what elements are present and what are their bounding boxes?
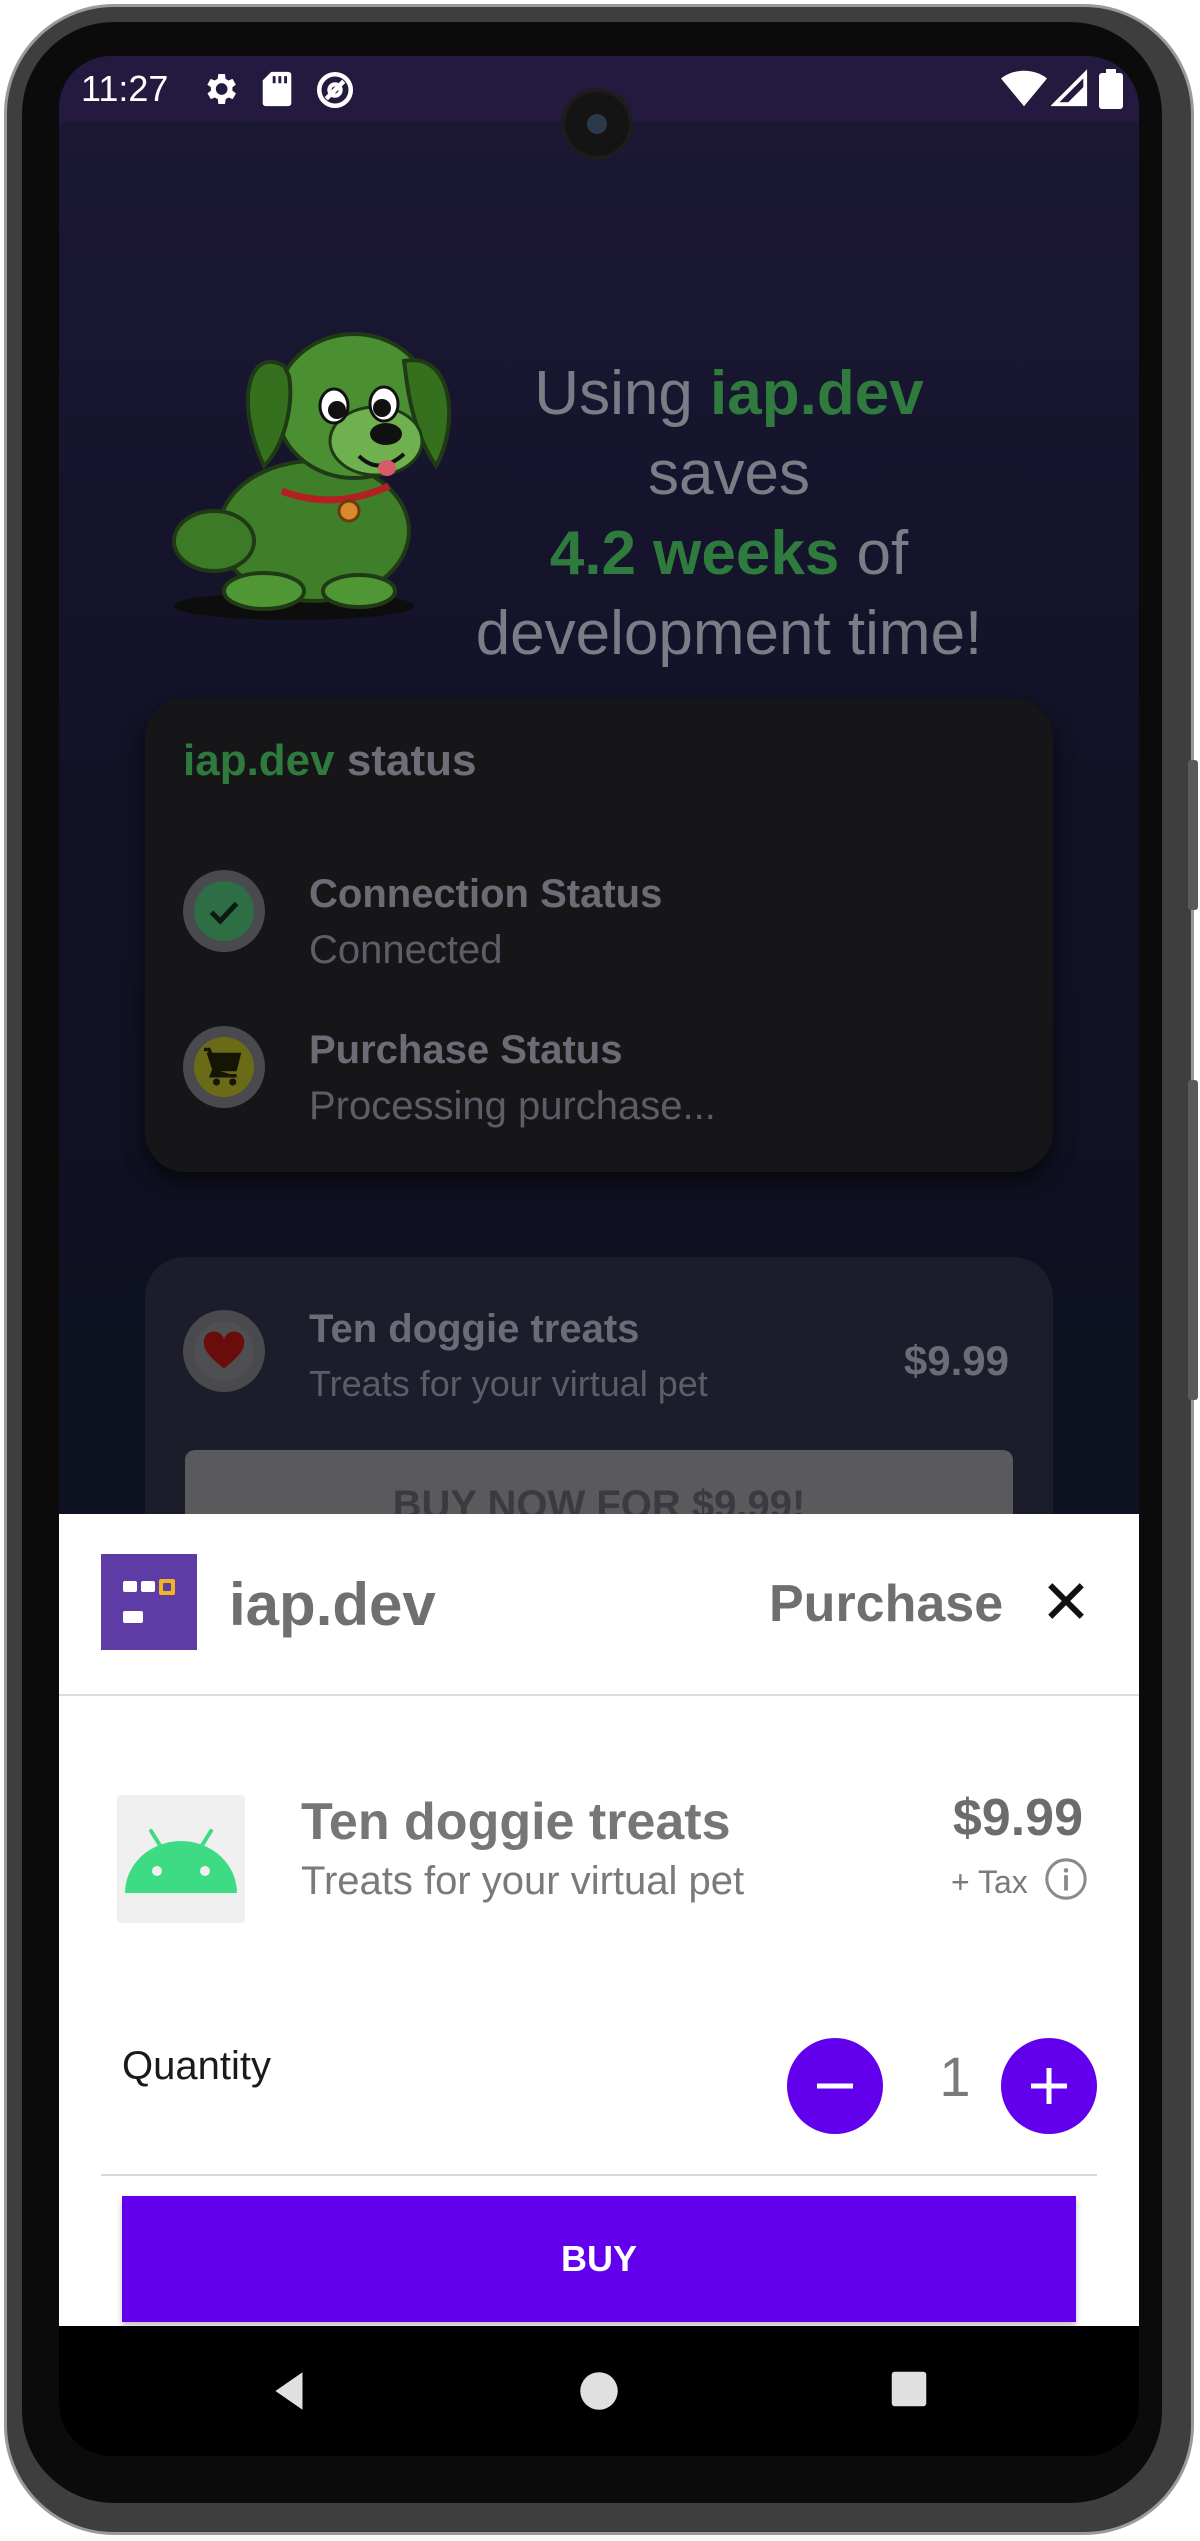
cart-icon [204, 1047, 242, 1086]
sheet-product-name: Ten doggie treats [301, 1793, 731, 1851]
navigation-bar [59, 2326, 1139, 2456]
quantity-increase-button[interactable] [1001, 2038, 1097, 2134]
sheet-title: Purchase [769, 1575, 1004, 1633]
back-icon[interactable] [265, 2366, 315, 2416]
hero-prefix: Using [534, 359, 711, 428]
connection-status-title: Connection Status [309, 872, 663, 916]
android-icon [125, 1829, 237, 1893]
quantity-decrease-button[interactable] [787, 2038, 883, 2134]
status-card: iap.dev status Connection Status Connect… [145, 698, 1053, 1172]
purchase-bottom-sheet: iap.dev Purchase Ten doggie treats Treat… [59, 1514, 1139, 2326]
hero-brand: iap.dev [710, 359, 924, 428]
home-icon[interactable] [574, 2366, 624, 2416]
product-card-description: Treats for your virtual pet [309, 1363, 708, 1404]
checkmark-icon [209, 901, 239, 925]
buy-button[interactable]: BUY [122, 2196, 1076, 2322]
gear-icon [207, 74, 236, 104]
product-card-name: Ten doggie treats [309, 1307, 640, 1351]
product-image [117, 1795, 245, 1923]
purchase-status-value: Processing purchase... [309, 1084, 716, 1128]
sheet-app-name: iap.dev [229, 1571, 436, 1638]
battery-icon [1099, 69, 1123, 109]
sd-card-icon [262, 71, 292, 107]
plus-icon [1031, 2068, 1067, 2104]
product-card-icon [183, 1310, 265, 1392]
sheet-product-description: Treats for your virtual pet [301, 1859, 745, 1903]
sheet-divider [101, 2174, 1097, 2176]
volume-button [1188, 1080, 1198, 1400]
connection-status-value: Connected [309, 928, 503, 972]
recents-icon[interactable] [886, 2366, 932, 2412]
connection-status-icon [183, 870, 265, 952]
status-card-brand: iap.dev [183, 736, 335, 785]
hero-after-duration: of [839, 519, 909, 588]
hero-duration: 4.2 weeks [549, 519, 840, 588]
power-button [1188, 760, 1198, 910]
status-card-title-rest: status [334, 736, 477, 785]
purchase-status-icon [183, 1026, 265, 1108]
dog-mascot-image [172, 332, 452, 620]
sheet-product-price: $9.99 [952, 1789, 1083, 1847]
hero-last-line: development time! [475, 599, 983, 668]
quantity-value: 1 [939, 2045, 971, 2108]
quantity-label: Quantity [122, 2044, 271, 2088]
close-icon[interactable] [1039, 1574, 1093, 1628]
cellular-icon [1051, 69, 1088, 107]
front-camera [565, 92, 629, 156]
wifi-icon [1001, 70, 1047, 107]
sheet-header: iap.dev Purchase [59, 1514, 1139, 1696]
info-icon[interactable] [1043, 1856, 1089, 1902]
tax-label: + Tax [951, 1864, 1028, 1900]
hero-headline: Using iap.dev saves 4.2 weeks of develop… [459, 354, 999, 674]
status-time: 11:27 [81, 68, 169, 109]
hero-suffix: saves [648, 439, 810, 508]
purchase-status-title: Purchase Status [309, 1028, 623, 1072]
status-card-title: iap.dev status [183, 736, 476, 786]
product-card-price: $9.99 [903, 1337, 1009, 1384]
minus-icon [817, 2083, 853, 2089]
app-logo-icon [101, 1554, 197, 1650]
at-sign-icon [316, 71, 354, 109]
heart-icon [203, 1331, 245, 1369]
screen: 11:27 Using iap.dev saves 4.2 weeks of d… [59, 56, 1139, 2456]
